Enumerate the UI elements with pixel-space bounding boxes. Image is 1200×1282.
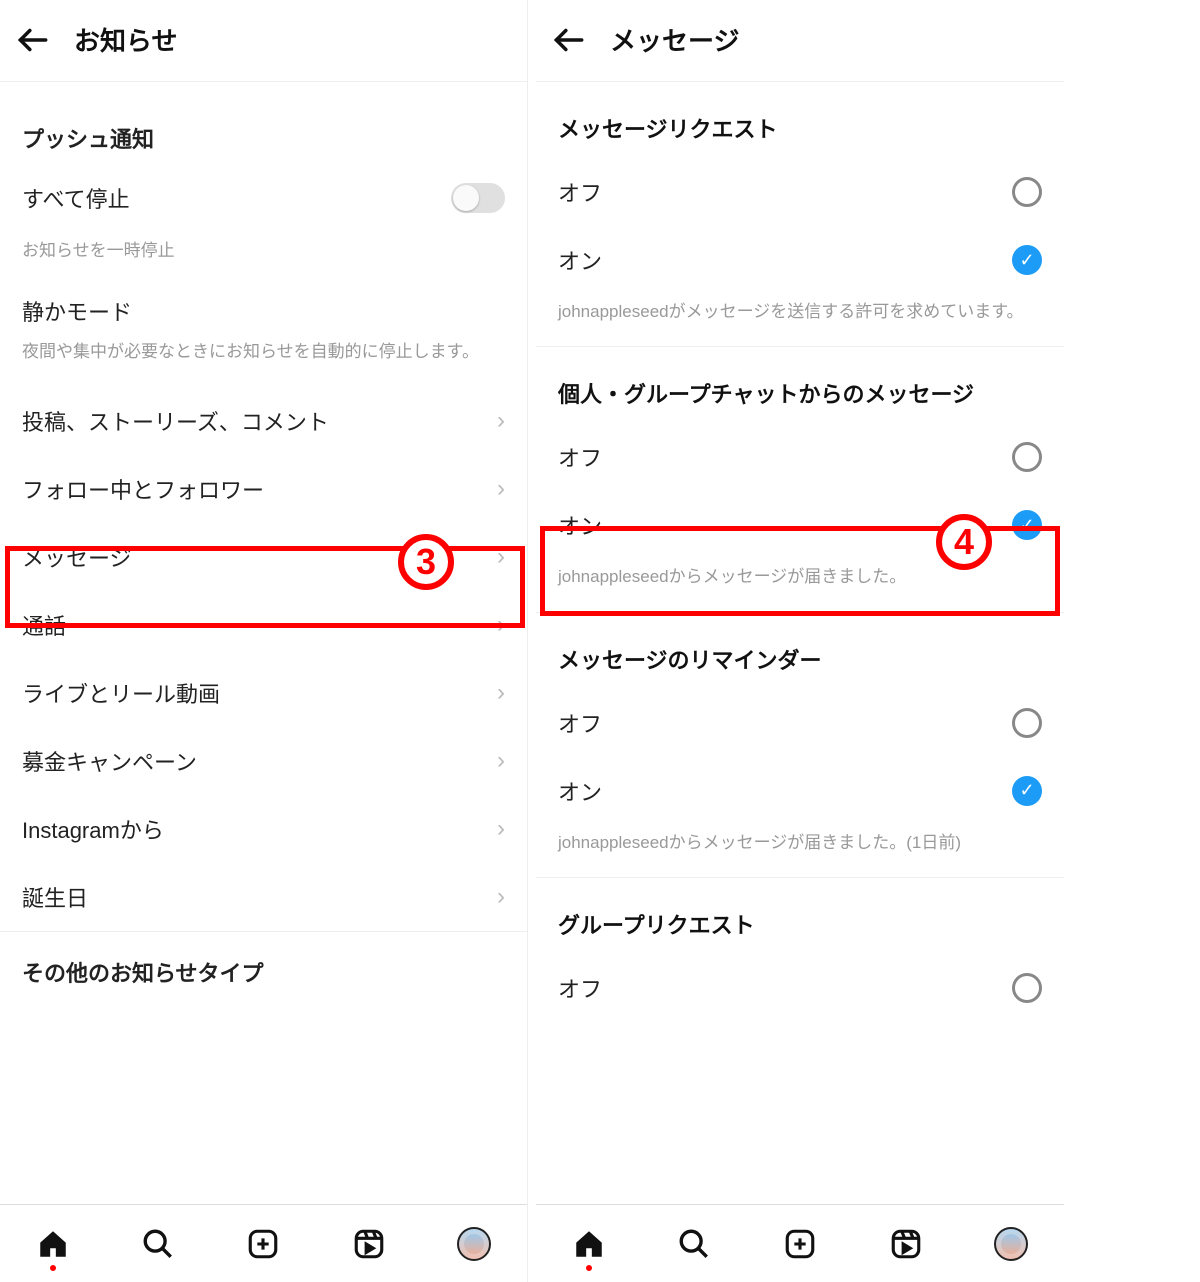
header: メッセージ bbox=[536, 0, 1064, 82]
notification-dot bbox=[50, 1265, 56, 1271]
radio-off-label: オフ bbox=[558, 707, 602, 739]
chevron-right-icon: › bbox=[497, 407, 505, 435]
notification-dot bbox=[586, 1265, 592, 1271]
profile-avatar[interactable] bbox=[994, 1227, 1028, 1261]
reminder-off-row[interactable]: オフ bbox=[536, 689, 1064, 757]
quiet-hint: 夜間や集中が必要なときにお知らせを自動的に停止します。 bbox=[0, 333, 527, 388]
reels-icon[interactable] bbox=[889, 1227, 923, 1261]
nav-from-instagram[interactable]: Instagramから › bbox=[0, 795, 527, 863]
nav-label: 投稿、ストーリーズ、コメント bbox=[22, 405, 329, 437]
radio-checked-icon[interactable]: ✓ bbox=[1012, 510, 1042, 540]
back-icon[interactable] bbox=[550, 21, 588, 59]
bottom-nav bbox=[0, 1204, 527, 1282]
personal-group-hint: johnappleseedからメッセージが届きました。 bbox=[536, 559, 1064, 612]
personal-group-off-row[interactable]: オフ bbox=[536, 423, 1064, 491]
reminder-on-row[interactable]: オン ✓ bbox=[536, 757, 1064, 825]
chevron-right-icon: › bbox=[497, 883, 505, 911]
msg-request-hint: johnappleseedがメッセージを送信する許可を求めています。 bbox=[536, 294, 1064, 347]
content-scroll: プッシュ通知 すべて停止 お知らせを一時停止 静かモード 夜間や集中が必要なとき… bbox=[0, 82, 527, 1204]
messages-settings-screen: メッセージ メッセージリクエスト オフ オン ✓ johnappleseedがメ… bbox=[536, 0, 1064, 1282]
bottom-nav bbox=[536, 1204, 1064, 1282]
callout-3-icon: 3 bbox=[398, 534, 454, 590]
search-icon[interactable] bbox=[677, 1227, 711, 1261]
back-icon[interactable] bbox=[14, 21, 52, 59]
nav-label: 募金キャンペーン bbox=[22, 745, 197, 777]
radio-checked-icon[interactable]: ✓ bbox=[1012, 776, 1042, 806]
chevron-right-icon: › bbox=[497, 543, 505, 571]
nav-birthdays[interactable]: 誕生日 › bbox=[0, 863, 527, 931]
callout-4-icon: 4 bbox=[936, 514, 992, 570]
nav-fundraiser[interactable]: 募金キャンペーン › bbox=[0, 727, 527, 795]
section-message-requests: メッセージリクエスト bbox=[536, 82, 1064, 158]
pause-all-label: すべて停止 bbox=[22, 182, 130, 214]
nav-label: Instagramから bbox=[22, 813, 164, 845]
notifications-settings-screen: お知らせ プッシュ通知 すべて停止 お知らせを一時停止 静かモード 夜間や集中が… bbox=[0, 0, 528, 1282]
page-title: メッセージ bbox=[610, 21, 739, 58]
profile-avatar[interactable] bbox=[457, 1227, 491, 1261]
section-push-label: プッシュ通知 bbox=[0, 82, 527, 164]
content-scroll: メッセージリクエスト オフ オン ✓ johnappleseedがメッセージを送… bbox=[536, 82, 1064, 1204]
section-other-label: その他のお知らせタイプ bbox=[0, 932, 527, 998]
home-icon[interactable] bbox=[572, 1227, 606, 1261]
nav-label: 通話 bbox=[22, 609, 66, 641]
reels-icon[interactable] bbox=[352, 1227, 386, 1261]
search-icon[interactable] bbox=[141, 1227, 175, 1261]
home-icon[interactable] bbox=[36, 1227, 70, 1261]
nav-label: メッセージ bbox=[22, 541, 132, 573]
radio-unchecked-icon[interactable] bbox=[1012, 177, 1042, 207]
chevron-right-icon: › bbox=[497, 475, 505, 503]
nav-following-followers[interactable]: フォロー中とフォロワー › bbox=[0, 455, 527, 523]
nav-posts-stories[interactable]: 投稿、ストーリーズ、コメント › bbox=[0, 387, 527, 455]
radio-on-label: オン bbox=[558, 244, 602, 276]
quiet-mode-label: 静かモード bbox=[22, 295, 132, 327]
radio-on-label: オン bbox=[558, 775, 602, 807]
header: お知らせ bbox=[0, 0, 527, 82]
chevron-right-icon: › bbox=[497, 747, 505, 775]
nav-label: フォロー中とフォロワー bbox=[22, 473, 264, 505]
group-request-off-row[interactable]: オフ bbox=[536, 954, 1064, 1022]
nav-live-reels[interactable]: ライブとリール動画 › bbox=[0, 659, 527, 727]
radio-unchecked-icon[interactable] bbox=[1012, 442, 1042, 472]
quiet-mode-row[interactable]: 静かモード bbox=[0, 277, 527, 333]
msg-request-on-row[interactable]: オン ✓ bbox=[536, 226, 1064, 294]
msg-request-off-row[interactable]: オフ bbox=[536, 158, 1064, 226]
page-title: お知らせ bbox=[74, 21, 177, 58]
chevron-right-icon: › bbox=[497, 815, 505, 843]
nav-calls[interactable]: 通話 › bbox=[0, 591, 527, 659]
radio-off-label: オフ bbox=[558, 176, 602, 208]
radio-unchecked-icon[interactable] bbox=[1012, 708, 1042, 738]
pause-all-toggle[interactable] bbox=[451, 183, 505, 213]
radio-checked-icon[interactable]: ✓ bbox=[1012, 245, 1042, 275]
chevron-right-icon: › bbox=[497, 611, 505, 639]
radio-off-label: オフ bbox=[558, 972, 602, 1004]
section-reminder: メッセージのリマインダー bbox=[536, 613, 1064, 689]
add-post-icon[interactable] bbox=[246, 1227, 280, 1261]
reminder-hint: johnappleseedからメッセージが届きました。(1日前) bbox=[536, 825, 1064, 878]
section-group-request: グループリクエスト bbox=[536, 878, 1064, 954]
nav-label: 誕生日 bbox=[22, 881, 88, 913]
chevron-right-icon: › bbox=[497, 679, 505, 707]
add-post-icon[interactable] bbox=[783, 1227, 817, 1261]
section-personal-group: 個人・グループチャットからのメッセージ bbox=[536, 347, 1064, 423]
pause-all-row[interactable]: すべて停止 bbox=[0, 164, 527, 232]
radio-unchecked-icon[interactable] bbox=[1012, 973, 1042, 1003]
pause-hint: お知らせを一時停止 bbox=[0, 232, 527, 277]
nav-label: ライブとリール動画 bbox=[22, 677, 220, 709]
radio-on-label: オン bbox=[558, 509, 602, 541]
radio-off-label: オフ bbox=[558, 441, 602, 473]
